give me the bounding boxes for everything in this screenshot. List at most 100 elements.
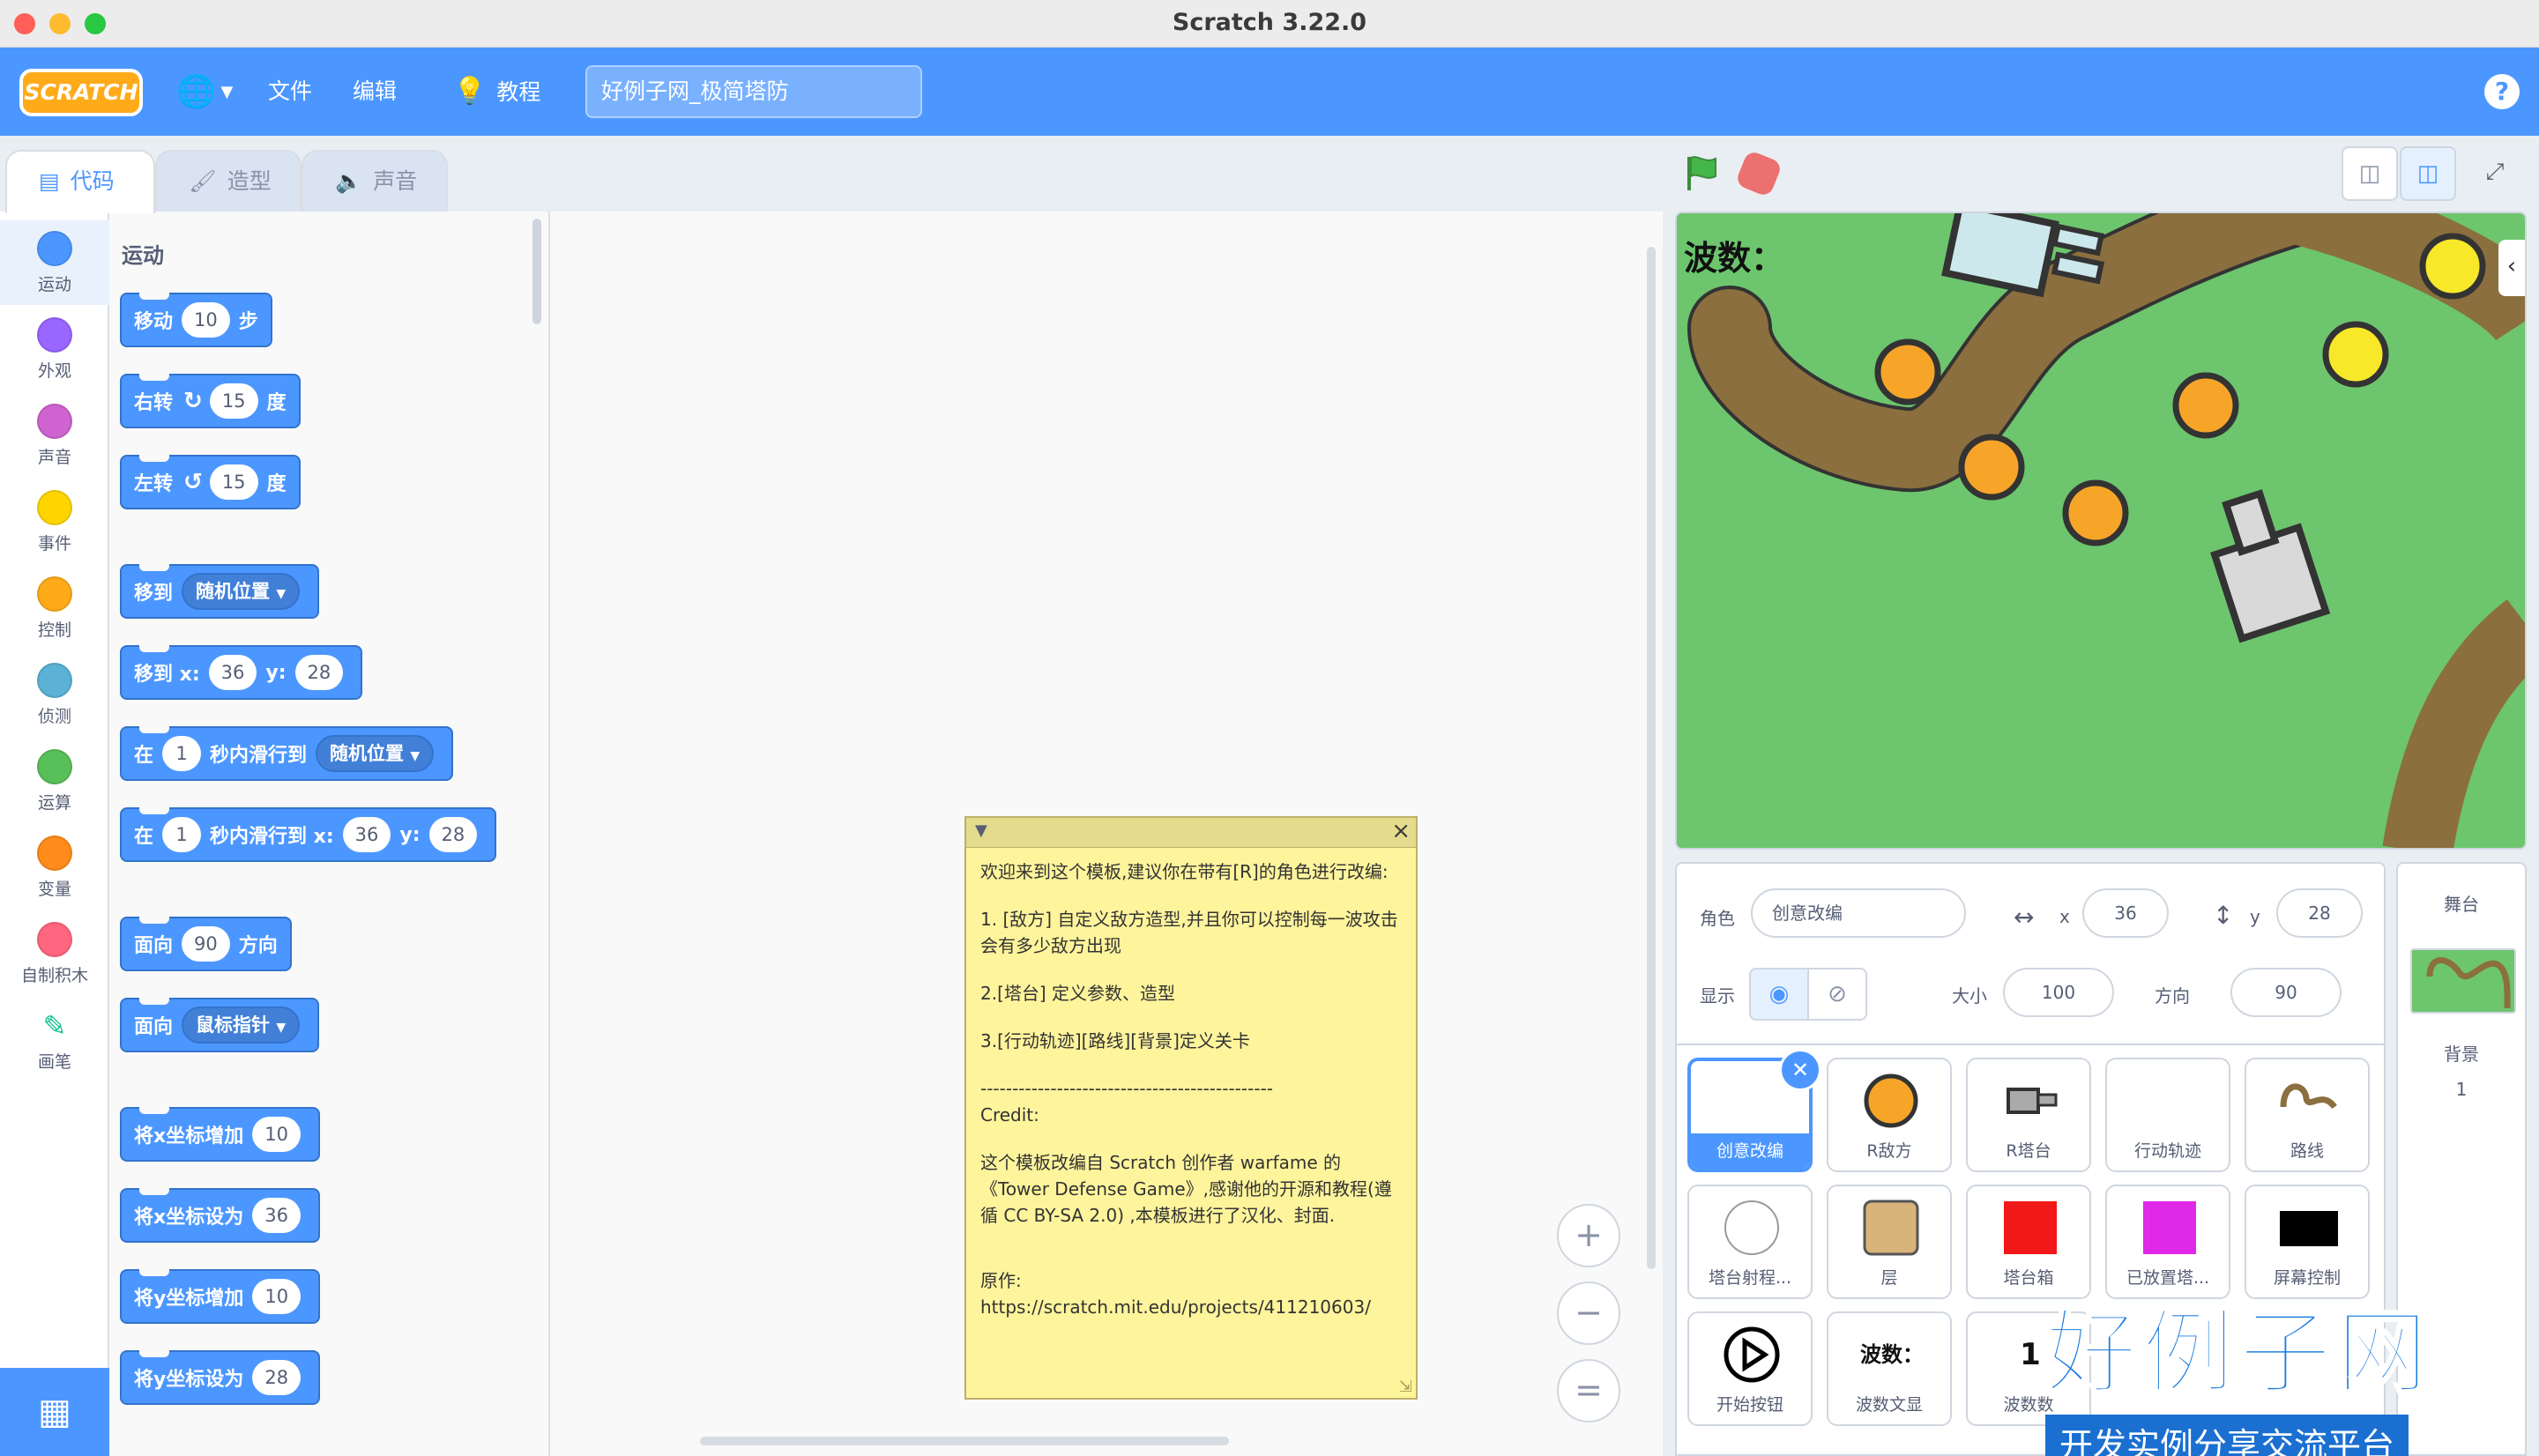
category-looks[interactable]: 外观 [0, 307, 109, 391]
language-menu[interactable]: 🌐 ▼ [176, 71, 245, 113]
script-horizontal-scrollbar[interactable] [700, 1437, 1229, 1445]
sprite-tile[interactable]: 行动轨迹 [2105, 1058, 2230, 1172]
glide-target-dropdown[interactable]: 随机位置 ▼ [316, 735, 435, 772]
add-extension-button[interactable]: ▦ [0, 1368, 109, 1456]
category-operators[interactable]: 运算 [0, 739, 109, 823]
direction-label: 方向 [2155, 985, 2190, 1007]
sprite-name-input[interactable]: 创意改编 [1751, 888, 1966, 938]
sprite-name-label: 角色 [1700, 908, 1735, 929]
glide-to-block[interactable]: 在 1 秒内滑行到 随机位置 ▼ [120, 726, 454, 781]
category-sensing[interactable]: 侦测 [0, 652, 109, 737]
sprite-tile[interactable]: 路线 [2245, 1058, 2370, 1172]
direction-input[interactable]: 90 [182, 926, 230, 962]
collapse-caret-icon[interactable]: ▼ [975, 821, 987, 840]
x-input[interactable]: 36 [342, 817, 391, 852]
eye-slash-icon: ⊘ [1828, 981, 1847, 1007]
set-y-block[interactable]: 将y坐标设为 28 [120, 1350, 321, 1405]
show-sprite-button[interactable]: ◉ [1749, 968, 1809, 1021]
seconds-input[interactable]: 1 [162, 736, 202, 771]
sprite-tile[interactable]: 开始按钮 [1687, 1311, 1813, 1426]
tab-costumes[interactable]: 🖌 造型 [155, 150, 302, 212]
turn-right-block[interactable]: 右转 ↻ 15 度 [120, 374, 301, 428]
palette-scrollbar[interactable] [532, 219, 541, 324]
seconds-input[interactable]: 1 [162, 817, 202, 852]
degrees-input[interactable]: 15 [209, 464, 258, 500]
size-input[interactable]: 100 [2003, 968, 2114, 1017]
x-change-input[interactable]: 10 [252, 1117, 301, 1152]
caret-down-icon: ▼ [215, 83, 234, 101]
resize-handle-icon[interactable]: ⇲ [1399, 1378, 1412, 1396]
x-input[interactable]: 36 [208, 655, 257, 690]
sprite-tile[interactable]: 创意改编 ✕ [1687, 1049, 1821, 1172]
sprite-tile[interactable]: R敌方 [1827, 1058, 1952, 1172]
fullscreen-button[interactable]: ⤢ [2467, 146, 2523, 201]
zoom-out-button[interactable]: − [1557, 1281, 1620, 1345]
sprite-tile[interactable]: R塔台 [1966, 1058, 2091, 1172]
goto-dropdown[interactable]: 随机位置 ▼ [182, 573, 301, 610]
category-motion[interactable]: 运动 [0, 220, 109, 305]
stage-canvas[interactable]: 波数： ‹ [1675, 212, 2527, 850]
y-input[interactable]: 28 [428, 817, 478, 852]
project-title-input[interactable]: 好例子网_极简塔防 [585, 65, 922, 118]
point-towards-dropdown[interactable]: 鼠标指针 ▼ [182, 1007, 301, 1044]
glide-to-xy-block[interactable]: 在 1 秒内滑行到 x: 36 y: 28 [120, 807, 497, 862]
set-x-block[interactable]: 将x坐标设为 36 [120, 1188, 320, 1243]
stop-button[interactable] [1734, 149, 1783, 198]
zoom-in-button[interactable]: + [1557, 1204, 1620, 1267]
tab-code[interactable]: ▤ 代码 [5, 150, 155, 213]
category-control[interactable]: 控制 [0, 566, 109, 650]
sprite-tile[interactable]: 层 [1827, 1185, 1952, 1299]
script-vertical-scrollbar[interactable] [1647, 247, 1656, 1269]
move-steps-block[interactable]: 移动 10 步 [120, 293, 272, 347]
goto-block[interactable]: 移到 随机位置 ▼ [120, 564, 320, 619]
direction-input[interactable]: 90 [2230, 968, 2342, 1017]
sprite-tile[interactable]: 波数： 波数文显 [1827, 1311, 1952, 1426]
y-position-input[interactable]: 28 [2276, 888, 2363, 938]
block-text: 秒内滑行到 x: [210, 826, 334, 848]
close-icon[interactable]: × [1391, 818, 1411, 844]
category-pen[interactable]: ✎ 画笔 [0, 998, 109, 1082]
category-events[interactable]: 事件 [0, 479, 109, 564]
tab-sounds[interactable]: 🔈 声音 [302, 150, 448, 212]
x-position-input[interactable]: 36 [2082, 888, 2169, 938]
small-stage-button[interactable]: ◫ [2342, 146, 2398, 201]
block-text: 秒内滑行到 [210, 745, 308, 767]
goto-xy-block[interactable]: 移到 x: 36 y: 28 [120, 645, 363, 700]
comment-note[interactable]: ▼ × 欢迎来到这个模板,建议你在带有[R]的角色进行改编: 1. [敌方] 自… [964, 816, 1418, 1400]
delete-sprite-button[interactable]: ✕ [1779, 1049, 1821, 1091]
point-towards-block[interactable]: 面向 鼠标指针 ▼ [120, 998, 320, 1052]
block-text: 度 [266, 473, 287, 495]
block-text: 方向 [238, 935, 278, 957]
change-x-block[interactable]: 将x坐标增加 10 [120, 1107, 320, 1162]
green-flag-button[interactable] [1682, 153, 1721, 192]
file-menu[interactable]: 文件 [268, 74, 312, 109]
sensing-color-dot [37, 663, 72, 698]
watermark-logo: 好例子网 开发实例分享交流平台 [2044, 1278, 2504, 1456]
sprite-tile[interactable]: 塔台射程... [1687, 1185, 1813, 1299]
category-sound[interactable]: 声音 [0, 393, 109, 478]
x-value-input[interactable]: 36 [252, 1198, 301, 1233]
point-in-direction-block[interactable]: 面向 90 方向 [120, 917, 292, 971]
category-my-blocks[interactable]: 自制积木 [0, 911, 109, 996]
edit-menu[interactable]: 编辑 [353, 74, 397, 109]
degrees-input[interactable]: 15 [209, 383, 258, 419]
category-variables[interactable]: 变量 [0, 825, 109, 910]
script-area[interactable]: ▼ × 欢迎来到这个模板,建议你在带有[R]的角色进行改编: 1. [敌方] 自… [550, 212, 1663, 1456]
change-y-block[interactable]: 将y坐标增加 10 [120, 1269, 321, 1324]
y-value-input[interactable]: 28 [252, 1360, 302, 1395]
tutorials-menu[interactable]: 💡 教程 [453, 74, 540, 109]
turn-left-block[interactable]: 左转 ↺ 15 度 [120, 455, 301, 509]
y-input[interactable]: 28 [294, 655, 344, 690]
large-stage-button[interactable]: ◫ [2400, 146, 2456, 201]
scratch-logo[interactable]: SCRATCH [19, 69, 143, 116]
hide-sprite-button[interactable]: ⊘ [1807, 968, 1867, 1021]
comment-text[interactable]: 欢迎来到这个模板,建议你在带有[R]的角色进行改编: 1. [敌方] 自定义敌方… [966, 848, 1416, 1331]
comment-header[interactable]: ▼ × [966, 818, 1416, 848]
show-label: 显示 [1700, 985, 1735, 1007]
y-change-input[interactable]: 10 [252, 1279, 302, 1314]
comment-paragraph: 欢迎来到这个模板,建议你在带有[R]的角色进行改编: [980, 861, 1389, 882]
zoom-reset-button[interactable]: = [1557, 1359, 1620, 1423]
steps-input[interactable]: 10 [182, 302, 230, 338]
chevron-left-icon[interactable]: ‹ [2498, 240, 2525, 296]
help-button[interactable]: ? [2484, 74, 2520, 109]
